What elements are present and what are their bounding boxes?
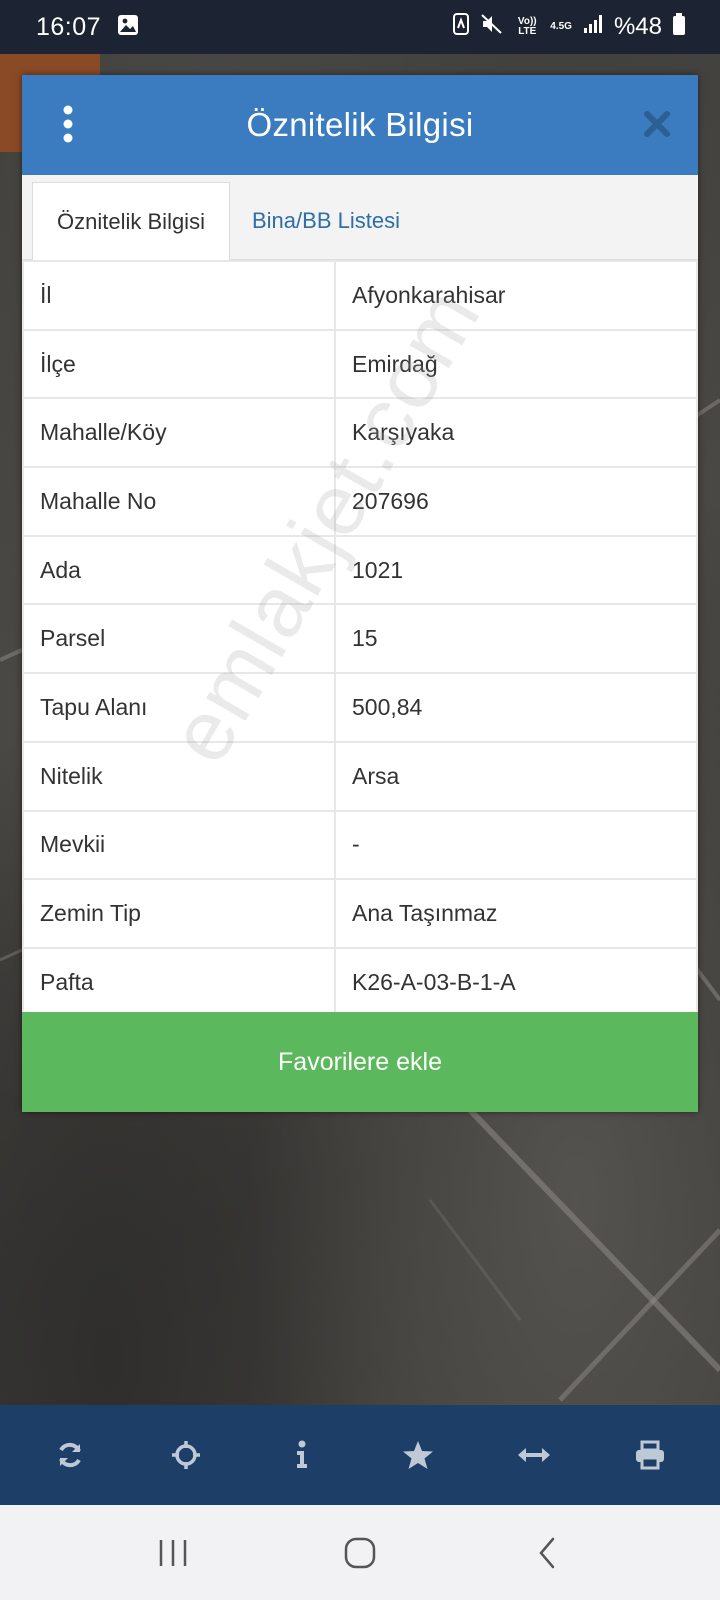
table-row: Mahalle/Köy Karşıyaka [22,397,698,469]
refresh-icon[interactable] [40,1425,100,1485]
table-row: Mevkii - [22,809,698,881]
add-to-favorites-button[interactable]: Favorilere ekle [22,1012,698,1112]
print-icon[interactable] [620,1425,680,1485]
attribute-value: 500,84 [334,672,698,743]
attribute-value: 1021 [334,534,698,606]
attribute-value: Arsa [334,740,698,812]
dialog-tabs: Öznitelik Bilgisi Bina/BB Listesi [22,175,698,261]
map-toolbar [0,1405,720,1505]
table-row: Pafta K26-A-03-B-1-A [22,946,698,1018]
attribute-key: Parsel [22,603,336,675]
measure-arrows-icon[interactable] [504,1425,564,1485]
attribute-value: Afyonkarahisar [334,260,698,331]
table-row: Parsel 15 [22,603,698,675]
attribute-table: İl Afyonkarahisar İlçe Emirdağ Mahalle/Köy… [22,260,698,1018]
attribute-key: Nitelik [22,740,336,812]
dialog-title: Öznitelik Bilgisi [246,106,474,143]
attribute-value: 15 [334,603,698,675]
attribute-value: Emirdağ [334,328,698,400]
status-time: 16:07 [36,12,102,41]
gallery-notification-icon [117,14,139,41]
battery-percent: %48 [613,13,662,40]
attribute-key: İl [22,260,336,331]
nfc-icon [452,12,470,43]
battery-icon [672,12,686,43]
table-row: Ada 1021 [22,534,698,606]
tab-building-list[interactable]: Bina/BB Listesi [252,182,400,260]
table-row: Nitelik Arsa [22,740,698,812]
recent-apps-icon[interactable] [143,1523,203,1583]
attribute-key: Mahalle/Köy [22,397,336,469]
tab-attribute-info[interactable]: Öznitelik Bilgisi [32,182,230,261]
status-bar: 16:07 Vo)) LTE 4.5G %48 [0,0,720,54]
close-icon[interactable] [642,109,672,139]
table-row: Zemin Tip Ana Taşınmaz [22,878,698,949]
system-navigation-bar [0,1505,720,1600]
volte-indicator: Vo)) LTE [517,16,537,37]
attribute-key: Mahalle No [22,466,336,537]
locate-crosshair-icon[interactable] [156,1425,216,1485]
star-icon[interactable] [388,1425,448,1485]
info-icon[interactable] [272,1425,332,1485]
attribute-key: Tapu Alanı [22,672,336,743]
attribute-key: Ada [22,534,336,606]
attribute-info-dialog: Öznitelik Bilgisi Öznitelik Bilgisi Bina… [22,75,698,1112]
signal-icon [582,13,604,42]
more-vertical-icon[interactable] [60,105,76,143]
attribute-key: Pafta [22,946,336,1018]
attribute-key: Zemin Tip [22,878,336,949]
attribute-key: Mevkii [22,809,336,881]
table-row: Tapu Alanı 500,84 [22,672,698,743]
back-icon[interactable] [517,1523,577,1583]
dialog-header: Öznitelik Bilgisi [22,75,698,175]
table-row: İlçe Emirdağ [22,328,698,400]
table-row: Mahalle No 207696 [22,466,698,537]
home-icon[interactable] [330,1523,390,1583]
attribute-value: Karşıyaka [334,397,698,469]
table-row: İl Afyonkarahisar [22,260,698,331]
attribute-value: K26-A-03-B-1-A [334,946,698,1018]
mute-icon [480,12,504,43]
attribute-value: - [334,809,698,881]
network-type: 4.5G [550,21,572,32]
attribute-value: 207696 [334,466,698,537]
attribute-value: Ana Taşınmaz [334,878,698,949]
attribute-key: İlçe [22,328,336,400]
